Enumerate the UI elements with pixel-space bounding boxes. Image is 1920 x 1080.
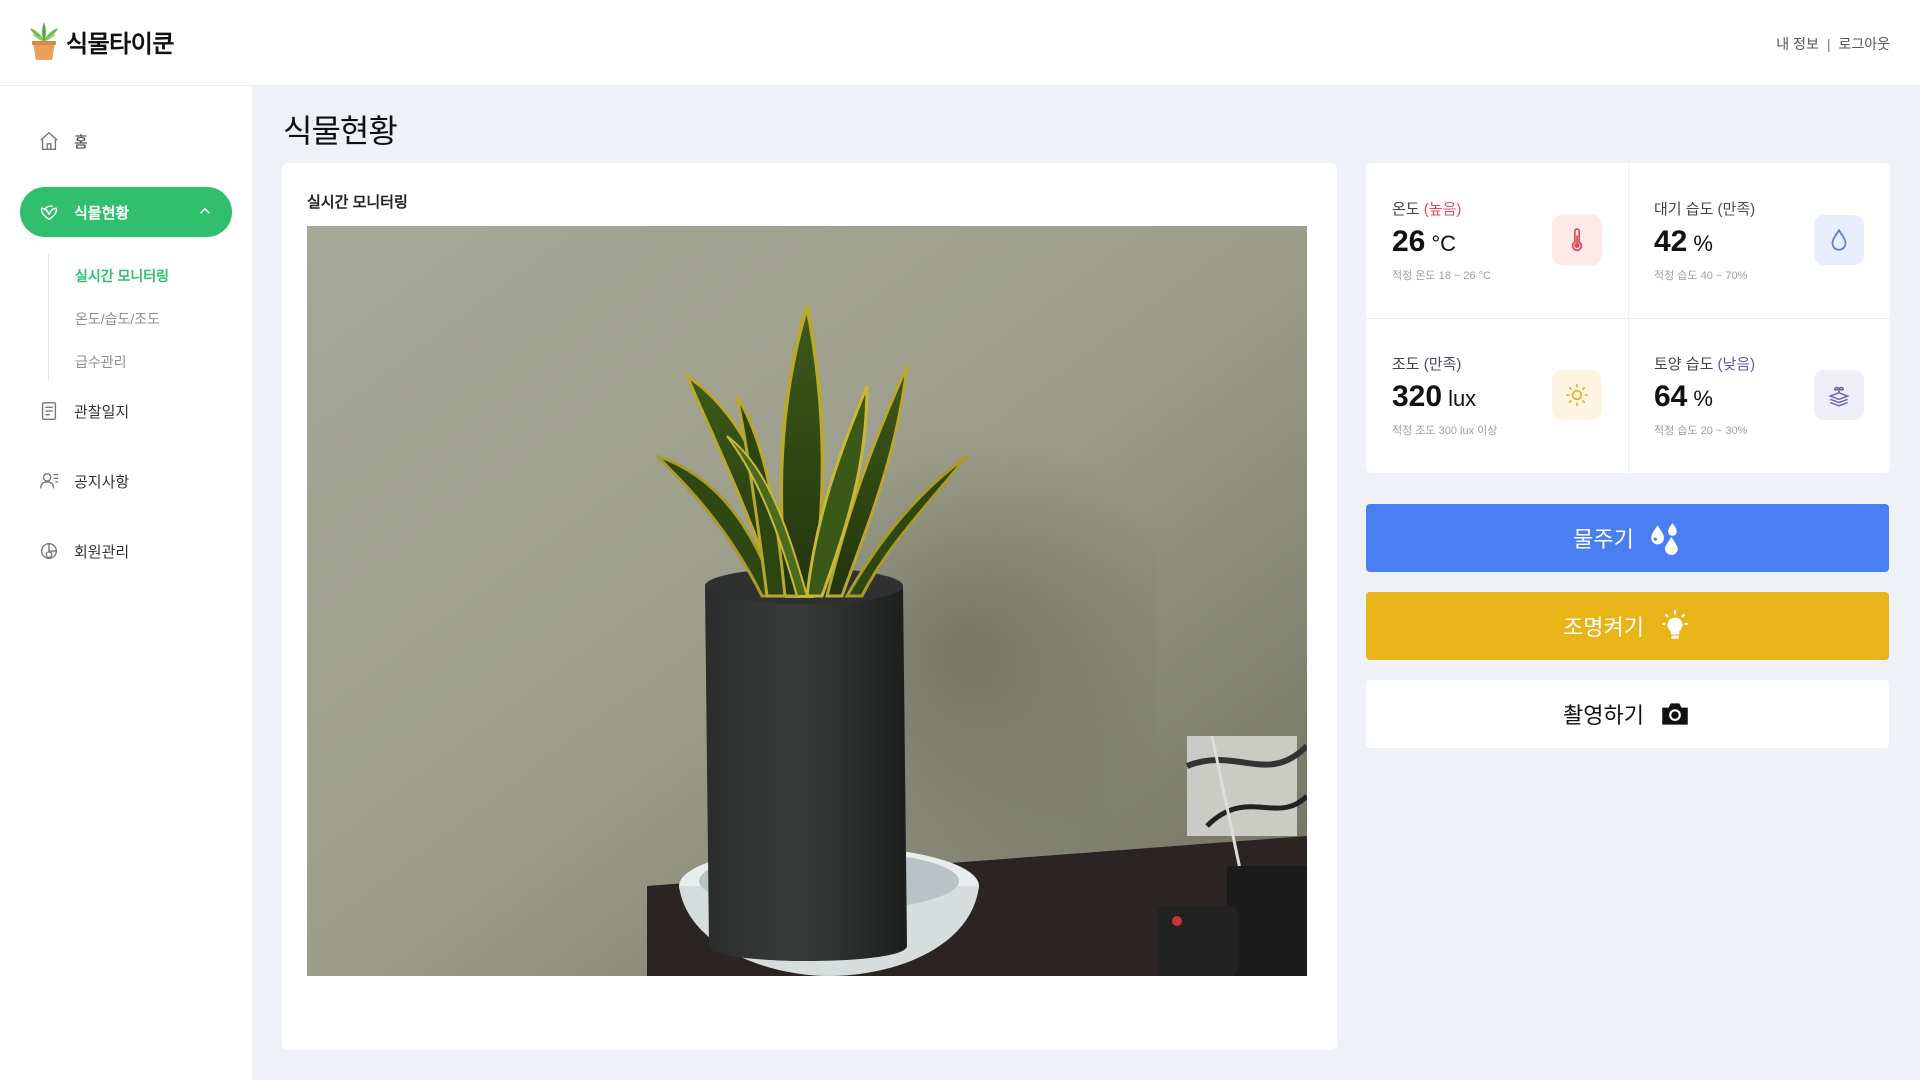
sidebar-item-label: 회원관리	[74, 543, 130, 561]
page-title: 식물현황	[283, 113, 398, 149]
air-humidity-value: 42%	[1654, 225, 1713, 258]
member-icon	[40, 542, 58, 560]
thermometer-icon	[1552, 215, 1602, 265]
plant-icon	[40, 205, 58, 220]
link-separator: |	[1826, 36, 1831, 52]
soil-humidity-status: (낮음)	[1717, 356, 1756, 373]
illuminance-stat: 조도 (만족) 320 lux 적정 조도 300 lux 이상	[1366, 318, 1628, 473]
user-links: 내 정보 | 로그아웃	[1776, 34, 1890, 54]
water-drops-icon	[1651, 523, 1678, 555]
illuminance-range: 적정 조도 300 lux 이상	[1392, 425, 1498, 437]
sidebar-item-label: 공지사항	[74, 473, 130, 491]
illuminance-value: 320 lux	[1392, 380, 1477, 413]
sidebar-item-label: 식물현황	[74, 204, 130, 222]
light-button-label: 조명켜기	[1563, 615, 1644, 640]
sensor-stats-card: 온도 (높음) 26 °C 적정 온도 18 ~ 26 °C 대기 습도 (만족)…	[1366, 163, 1890, 473]
lightbulb-icon	[1662, 610, 1688, 639]
sub-item-environment[interactable]: 온도/습도/조도	[75, 309, 160, 329]
soil-humidity-range: 적정 습도 20 ~ 30%	[1654, 425, 1748, 437]
air-humidity-range: 적정 습도 40 ~ 70%	[1654, 270, 1748, 282]
top-header: 식물타이쿤 내 정보 | 로그아웃	[0, 0, 1920, 86]
temperature-range: 적정 온도 18 ~ 26 °C	[1392, 270, 1491, 282]
soil-humidity-stat: 토양 습도 (낮음) 64% 적정 습도 20 ~ 30%	[1628, 318, 1890, 473]
notice-icon	[40, 472, 59, 489]
sidebar-item-label: 관찰일지	[74, 403, 130, 421]
water-button[interactable]: 물주기	[1366, 504, 1889, 572]
sub-menu: 실시간 모니터링 온도/습도/조도 급수관리	[48, 254, 238, 380]
sidebar-item-home[interactable]: 홈	[20, 116, 232, 166]
temperature-label: 온도 (높음)	[1392, 201, 1462, 218]
sub-item-realtime[interactable]: 실시간 모니터링	[75, 266, 169, 286]
logout-link[interactable]: 로그아웃	[1838, 34, 1890, 54]
soil-humidity-label: 토양 습도 (낮음)	[1654, 356, 1756, 373]
soil-humidity-value: 64%	[1654, 380, 1713, 413]
illuminance-label: 조도 (만족)	[1392, 356, 1462, 373]
plant-logo-icon	[30, 22, 58, 60]
chevron-up-icon[interactable]	[196, 202, 214, 220]
air-humidity-status: (만족)	[1717, 201, 1756, 218]
app-name: 식물타이쿤	[66, 30, 174, 58]
camera-feed	[307, 226, 1307, 976]
logo[interactable]: 식물타이쿤	[28, 22, 174, 60]
plant-camera-image	[307, 226, 1307, 976]
sub-item-watering[interactable]: 급수관리	[75, 352, 127, 372]
camera-icon	[1662, 703, 1688, 725]
light-button[interactable]: 조명켜기	[1366, 592, 1889, 660]
air-humidity-stat: 대기 습도 (만족) 42% 적정 습도 40 ~ 70%	[1628, 163, 1890, 318]
sidebar-item-label: 홈	[74, 133, 88, 151]
my-info-link[interactable]: 내 정보	[1776, 34, 1819, 54]
photo-button[interactable]: 촬영하기	[1366, 680, 1889, 748]
temperature-stat: 온도 (높음) 26 °C 적정 온도 18 ~ 26 °C	[1366, 163, 1628, 318]
journal-icon	[41, 402, 57, 420]
soil-icon	[1814, 370, 1864, 420]
photo-button-label: 촬영하기	[1563, 703, 1644, 728]
sidebar: 홈 식물현황 실시간 모니터링 온도/습도/조도 급수관리 관찰일지 공지사항 …	[0, 86, 252, 1080]
home-icon	[40, 131, 58, 150]
monitoring-card: 실시간 모니터링	[282, 163, 1337, 1050]
water-button-label: 물주기	[1573, 527, 1634, 552]
illuminance-status: (만족)	[1423, 356, 1462, 373]
sun-icon	[1552, 370, 1602, 420]
temperature-status: (높음)	[1423, 201, 1462, 218]
sidebar-item-journal[interactable]: 관찰일지	[20, 386, 232, 436]
sidebar-item-members[interactable]: 회원관리	[20, 526, 232, 576]
air-humidity-label: 대기 습도 (만족)	[1654, 201, 1756, 218]
temperature-value: 26 °C	[1392, 225, 1457, 258]
droplet-icon	[1814, 215, 1864, 265]
sidebar-item-plant-status[interactable]: 식물현황	[20, 187, 232, 237]
monitoring-title: 실시간 모니터링	[307, 194, 408, 211]
sidebar-item-notice[interactable]: 공지사항	[20, 456, 232, 506]
